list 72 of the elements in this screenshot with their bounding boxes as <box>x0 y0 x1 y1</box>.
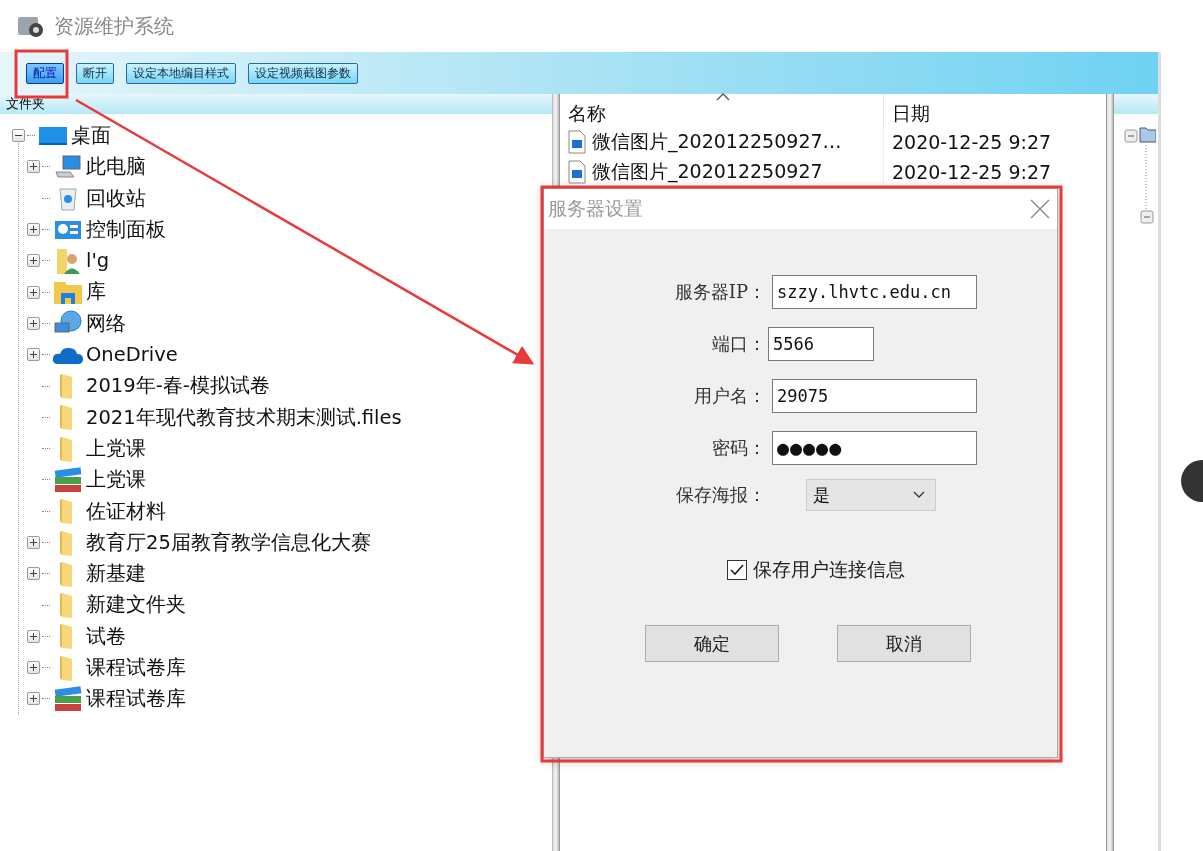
toolbar-button[interactable]: 配置 <box>26 62 64 84</box>
expand-icon[interactable] <box>27 160 40 174</box>
input-field[interactable]: szzy.lhvtc.edu.cn <box>772 275 977 309</box>
field-label: 用户名： <box>693 384 766 408</box>
file-name[interactable]: 微信图片_202012250927… <box>592 129 842 155</box>
tree-item[interactable]: 回收站 <box>86 186 146 210</box>
library-folder-icon <box>53 279 83 306</box>
pane-header-bar <box>1114 94 1158 114</box>
input-field[interactable]: 29075 <box>772 379 977 413</box>
tree-item[interactable]: 2019年-春-模拟试卷 <box>86 374 270 398</box>
tree-item[interactable]: 桌面 <box>71 123 111 148</box>
tree-item[interactable]: 网络 <box>86 311 126 336</box>
highlight-frame <box>14 49 69 99</box>
book-stack-icon <box>53 465 83 494</box>
computer-icon <box>54 154 82 179</box>
expand-icon[interactable] <box>27 348 40 362</box>
dropdown[interactable]: 是 <box>806 479 936 511</box>
toolbar-button[interactable]: 设定视频截图参数 <box>248 62 358 84</box>
file-name[interactable]: 微信图片_202012250927 <box>592 159 823 185</box>
file-date: 2020-12-25 9:27 <box>892 131 1052 153</box>
expand-icon[interactable] <box>27 316 40 330</box>
toolbar-button[interactable]: 断开 <box>76 62 114 84</box>
tree-item[interactable]: 库 <box>86 280 106 304</box>
sort-caret-icon <box>716 92 730 101</box>
tree-item[interactable]: 课程试卷库 <box>86 656 186 680</box>
close-icon[interactable] <box>1029 198 1051 220</box>
image-file-icon <box>568 130 586 154</box>
expand-icon[interactable] <box>27 567 40 581</box>
field-label: 保存海报： <box>675 483 766 507</box>
column-header[interactable]: 名称 <box>568 101 606 127</box>
control-panel-icon <box>54 218 82 241</box>
tree-item[interactable]: 教育厅25届教育教学信息化大赛 <box>86 530 371 555</box>
tree-item[interactable]: l'g <box>86 249 110 273</box>
expand-icon[interactable] <box>27 692 40 706</box>
desktop-icon <box>38 125 68 146</box>
window-title: 资源维护系统 <box>54 12 174 40</box>
tree-item[interactable]: 课程试卷库 <box>86 687 186 711</box>
tree-item[interactable]: 新基建 <box>86 562 146 586</box>
tree-item[interactable]: 试卷 <box>86 624 126 649</box>
field-label: 密码： <box>711 436 766 460</box>
tree-item[interactable]: OneDrive <box>86 343 178 367</box>
pane-header: 文件夹 <box>0 94 552 114</box>
tree-item[interactable]: 此电脑 <box>86 155 146 179</box>
dialog-button[interactable]: 确定 <box>645 625 779 662</box>
tree-item[interactable]: 上党课 <box>86 468 146 492</box>
caret-icon <box>913 491 925 499</box>
recycle-bin-icon <box>57 185 79 212</box>
expand-icon[interactable] <box>27 536 40 549</box>
tree-item[interactable]: 控制面板 <box>86 217 166 242</box>
tree-item[interactable]: 新建文件夹 <box>86 593 186 617</box>
book-stack-icon <box>53 685 83 713</box>
expand-icon[interactable] <box>27 661 40 675</box>
password-field[interactable]: ●●●●● <box>772 431 977 465</box>
field-label: 端口： <box>711 332 766 356</box>
user-folder-icon <box>55 246 81 275</box>
expand-icon[interactable] <box>27 629 40 643</box>
input-field[interactable]: 5566 <box>768 327 874 361</box>
file-date: 2020-12-25 9:27 <box>892 161 1052 183</box>
toolbar-button[interactable]: 设定本地编目样式 <box>126 62 236 84</box>
field-label: 服务器IP： <box>673 280 766 304</box>
expand-icon[interactable] <box>27 285 40 299</box>
tree-item[interactable]: 佐证材料 <box>86 499 166 523</box>
tree-item[interactable]: 2021年现代教育技术期末测试.files <box>86 405 402 429</box>
expand-icon[interactable] <box>27 223 40 237</box>
dialog-button[interactable]: 取消 <box>837 625 971 662</box>
checkbox-label[interactable]: 保存用户连接信息 <box>753 557 905 583</box>
tree-item[interactable]: 上党课 <box>86 436 146 461</box>
dialog-title: 服务器设置 <box>548 196 643 221</box>
image-file-icon <box>568 160 586 184</box>
column-header[interactable]: 日期 <box>892 101 930 127</box>
expand-icon[interactable] <box>27 254 40 268</box>
checkbox[interactable] <box>727 560 747 580</box>
